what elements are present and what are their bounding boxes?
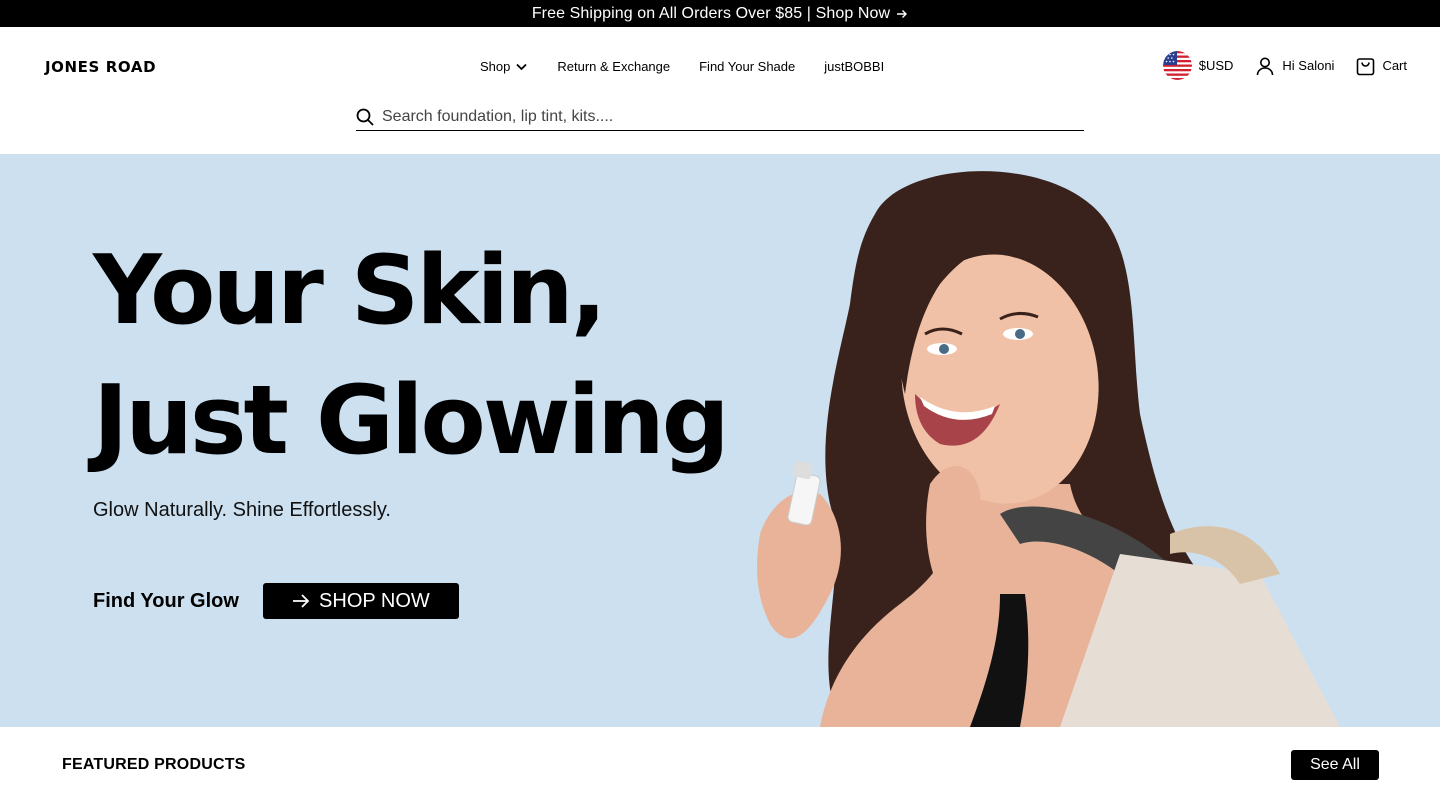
search-bar — [356, 104, 1084, 131]
hero-cta-row: Find Your Glow SHOP NOW — [93, 583, 459, 619]
featured-products-section: FEATURED PRODUCTS See All — [0, 727, 1440, 803]
see-all-button[interactable]: See All — [1291, 750, 1379, 780]
account-label: Hi Saloni — [1282, 58, 1335, 73]
hero-banner: Your Skin, Just Glowing Glow Naturally. … — [0, 154, 1440, 727]
hero-title-line-2: Just Glowing — [93, 366, 730, 476]
hero-title: Your Skin, Just Glowing — [93, 226, 793, 486]
account-link[interactable]: Hi Saloni — [1255, 56, 1334, 76]
nav-item-find-your-shade[interactable]: Find Your Shade — [699, 57, 795, 75]
user-icon — [1257, 57, 1274, 75]
currency-selector[interactable]: $USD — [1162, 51, 1234, 80]
cart-label: Cart — [1382, 58, 1407, 73]
nav-item-justbobbi[interactable]: justBOBBI — [824, 57, 884, 75]
featured-products-title: FEATURED PRODUCTS — [62, 756, 246, 773]
currency-label: $USD — [1198, 58, 1234, 73]
nav-item-shop[interactable]: Shop — [480, 57, 528, 75]
arrow-right-icon — [293, 594, 310, 608]
cta-label: Find Your Glow — [93, 589, 239, 612]
announcement-bar: Free Shipping on All Orders Over $85 | S… — [0, 0, 1440, 27]
hero-subtitle: Glow Naturally. Shine Effortlessly. — [93, 499, 391, 521]
cart-link[interactable]: Cart — [1356, 56, 1407, 76]
header-utilities: $USD Hi Saloni Cart — [1162, 51, 1407, 80]
nav-label-return-exchange: Return & Exchange — [557, 58, 671, 74]
search-icon[interactable] — [356, 108, 374, 126]
brand-logo[interactable]: JONES ROAD — [45, 58, 156, 76]
chevron-down-icon — [516, 63, 528, 70]
nav-label-shop: Shop — [480, 58, 511, 74]
hero-title-line-1: Your Skin, — [93, 236, 607, 346]
nav-item-return-exchange[interactable]: Return & Exchange — [557, 57, 670, 75]
nav-label-justbobbi: justBOBBI — [824, 58, 885, 74]
shop-now-button[interactable]: SHOP NOW — [262, 583, 459, 619]
search-input[interactable] — [382, 108, 1084, 126]
site-header: JONES ROAD Shop Return & Exchange Find Y… — [0, 27, 1440, 154]
shopping-bag-icon — [1357, 57, 1375, 75]
arrow-right-icon — [897, 9, 908, 18]
us-flag-icon — [1162, 51, 1192, 80]
shop-now-label: SHOP NOW — [319, 589, 430, 612]
nav-label-find-your-shade: Find Your Shade — [699, 58, 796, 74]
hero-model-image — [757, 171, 1340, 727]
main-nav: Shop Return & Exchange Find Your Shade j… — [480, 57, 884, 75]
announcement-link[interactable]: Free Shipping on All Orders Over $85 | S… — [532, 5, 908, 23]
announcement-text: Free Shipping on All Orders Over $85 | S… — [531, 4, 891, 22]
